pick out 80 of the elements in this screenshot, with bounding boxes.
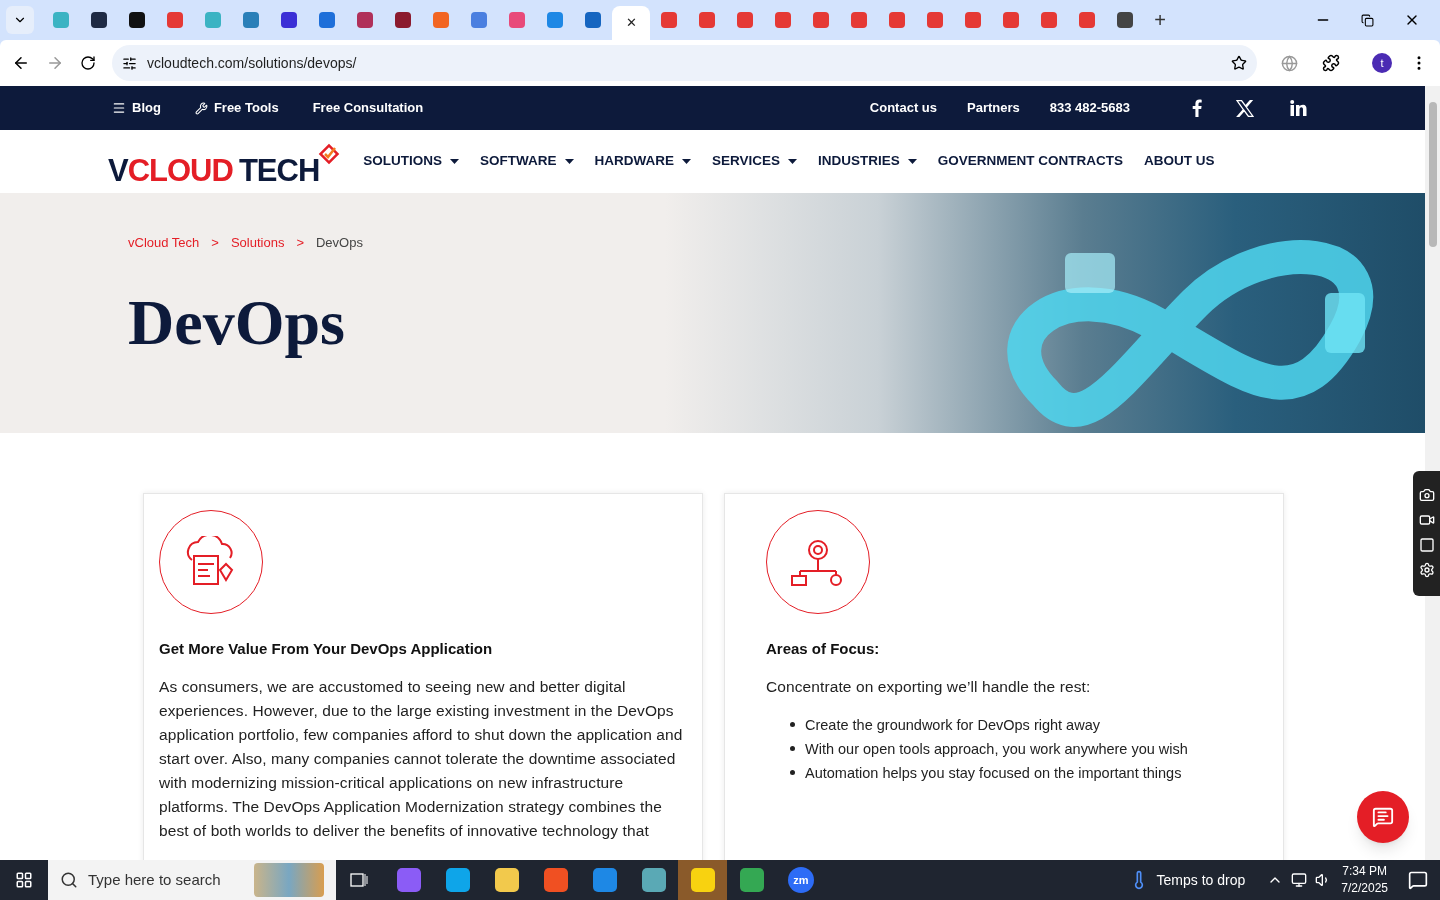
tab-close-button[interactable]: ✕ bbox=[625, 13, 637, 33]
linkedin-icon[interactable] bbox=[1290, 100, 1307, 116]
site-info-icon[interactable] bbox=[122, 55, 137, 71]
forward-icon[interactable] bbox=[46, 54, 64, 72]
bookmark-star-icon[interactable] bbox=[1231, 55, 1247, 71]
facebook-icon[interactable] bbox=[1192, 99, 1202, 117]
nav-menu-item[interactable]: SOFTWARE bbox=[480, 151, 574, 172]
network-icon[interactable] bbox=[1291, 872, 1308, 888]
card-paragraph: As consumers, we are accustomed to seeing new and better digital experiences. However, due to the large existing investment in the DevOps application portfolio, few companies afford to shut down the application and start over. Also, many companies cannot tolerate the downtime associated with modernizing mission-critical applications on new infrastructure platforms. The DevOps Application Modernization strategy combines the best of both worlds to deliver the benefits of innovative technology that bbox=[159, 676, 684, 841]
task-view-icon[interactable] bbox=[350, 872, 368, 888]
notifications-icon[interactable] bbox=[1408, 870, 1428, 890]
copilot-icon[interactable] bbox=[396, 868, 421, 892]
caret-icon bbox=[788, 159, 798, 164]
clock-date[interactable]: 7/2/2025 bbox=[1341, 880, 1388, 897]
reload-icon[interactable] bbox=[80, 55, 96, 71]
wrench-icon bbox=[194, 101, 208, 115]
scrollbar-thumb[interactable] bbox=[1428, 102, 1437, 247]
card-paragraph: Concentrate on exporting we’ll handle the rest: bbox=[766, 676, 1092, 697]
edge-icon[interactable] bbox=[445, 868, 470, 892]
nav-menu-item[interactable]: SERVICES bbox=[712, 151, 798, 172]
search-icon bbox=[60, 871, 78, 889]
diamond-app-icon[interactable] bbox=[641, 868, 666, 892]
sticky-note-icon[interactable] bbox=[690, 868, 715, 892]
bullet-icon bbox=[790, 746, 795, 751]
caret-icon bbox=[907, 159, 917, 164]
mail-icon[interactable] bbox=[592, 868, 617, 892]
chat-button[interactable] bbox=[1357, 791, 1409, 843]
chrome-icon[interactable] bbox=[739, 868, 764, 892]
windows-logo-icon bbox=[15, 871, 33, 889]
restore-icon[interactable] bbox=[1361, 13, 1374, 27]
caret-icon bbox=[564, 159, 574, 164]
browser-tab[interactable]: ✕ bbox=[612, 6, 650, 40]
camera-icon[interactable] bbox=[1418, 487, 1435, 503]
store-icon[interactable] bbox=[543, 868, 568, 892]
folder-icon[interactable] bbox=[494, 868, 519, 892]
globe-icon[interactable] bbox=[1281, 54, 1298, 72]
zoom-app-icon[interactable]: zm bbox=[788, 867, 814, 893]
caret-icon bbox=[682, 159, 692, 164]
weather-text[interactable]: Temps to drop bbox=[1156, 869, 1246, 891]
nav-menu-item[interactable]: ABOUT US bbox=[1144, 151, 1215, 172]
top-bar-link[interactable]: Free Consultation bbox=[312, 98, 424, 118]
settings-icon[interactable] bbox=[1418, 562, 1435, 578]
chat-icon bbox=[1372, 806, 1394, 828]
bullet-icon bbox=[790, 722, 795, 727]
card-title: Get More Value From Your DevOps Application bbox=[159, 639, 494, 659]
breadcrumb-separator: > bbox=[296, 234, 304, 252]
top-bar-link[interactable]: Free Tools bbox=[194, 98, 279, 118]
search-highlight-picture bbox=[254, 863, 324, 897]
breadcrumb-current: DevOps bbox=[316, 234, 363, 252]
menu-icon bbox=[112, 101, 126, 115]
url-text: vcloudtech.com/solutions/devops/ bbox=[147, 53, 358, 73]
taskbar-search-field[interactable]: Type here to search bbox=[48, 860, 336, 900]
window-icon[interactable] bbox=[1418, 537, 1435, 553]
top-bar-link[interactable]: 833 482-5683 bbox=[1049, 98, 1130, 118]
bullet-icon bbox=[790, 770, 795, 775]
new-tab-button[interactable]: + bbox=[1146, 6, 1174, 34]
bullet-item: Automation helps you stay focused on the important things bbox=[805, 763, 1182, 783]
nav-menu-item[interactable]: SOLUTIONS bbox=[363, 151, 460, 172]
card-title: Areas of Focus: bbox=[766, 639, 881, 659]
vcloud-tech-logo[interactable]: VCLOUD TECH bbox=[108, 141, 342, 186]
x-logo-icon[interactable] bbox=[1236, 99, 1254, 117]
back-icon[interactable] bbox=[12, 54, 30, 72]
top-bar-link[interactable]: Blog bbox=[112, 98, 161, 118]
breadcrumb-link[interactable]: Solutions bbox=[230, 233, 285, 253]
caret-icon bbox=[450, 159, 460, 164]
nav-menu-item[interactable]: HARDWARE bbox=[594, 151, 692, 172]
breadcrumb-link[interactable]: vCloud Tech bbox=[128, 233, 200, 253]
nav-menu-item[interactable]: GOVERNMENT CONTRACTS bbox=[937, 151, 1124, 172]
breadcrumb-separator: > bbox=[211, 234, 219, 252]
top-bar-link[interactable]: Partners bbox=[967, 98, 1020, 118]
search-placeholder: Type here to search bbox=[88, 869, 222, 890]
bullet-item: With our open tools approach, you work anywhere you wish bbox=[805, 739, 1188, 759]
nav-menu-item[interactable]: INDUSTRIES bbox=[818, 151, 917, 172]
extensions-icon[interactable] bbox=[1322, 54, 1340, 72]
profile-avatar[interactable]: t bbox=[1372, 53, 1392, 73]
clock-time[interactable]: 7:34 PM bbox=[1342, 863, 1387, 880]
video-camera-icon[interactable] bbox=[1418, 512, 1435, 528]
bullet-item: Create the groundwork for DevOps right away bbox=[805, 715, 1100, 735]
address-bar[interactable]: vcloudtech.com/solutions/devops/ bbox=[112, 45, 1257, 81]
top-bar-link[interactable]: Contact us bbox=[869, 98, 937, 118]
